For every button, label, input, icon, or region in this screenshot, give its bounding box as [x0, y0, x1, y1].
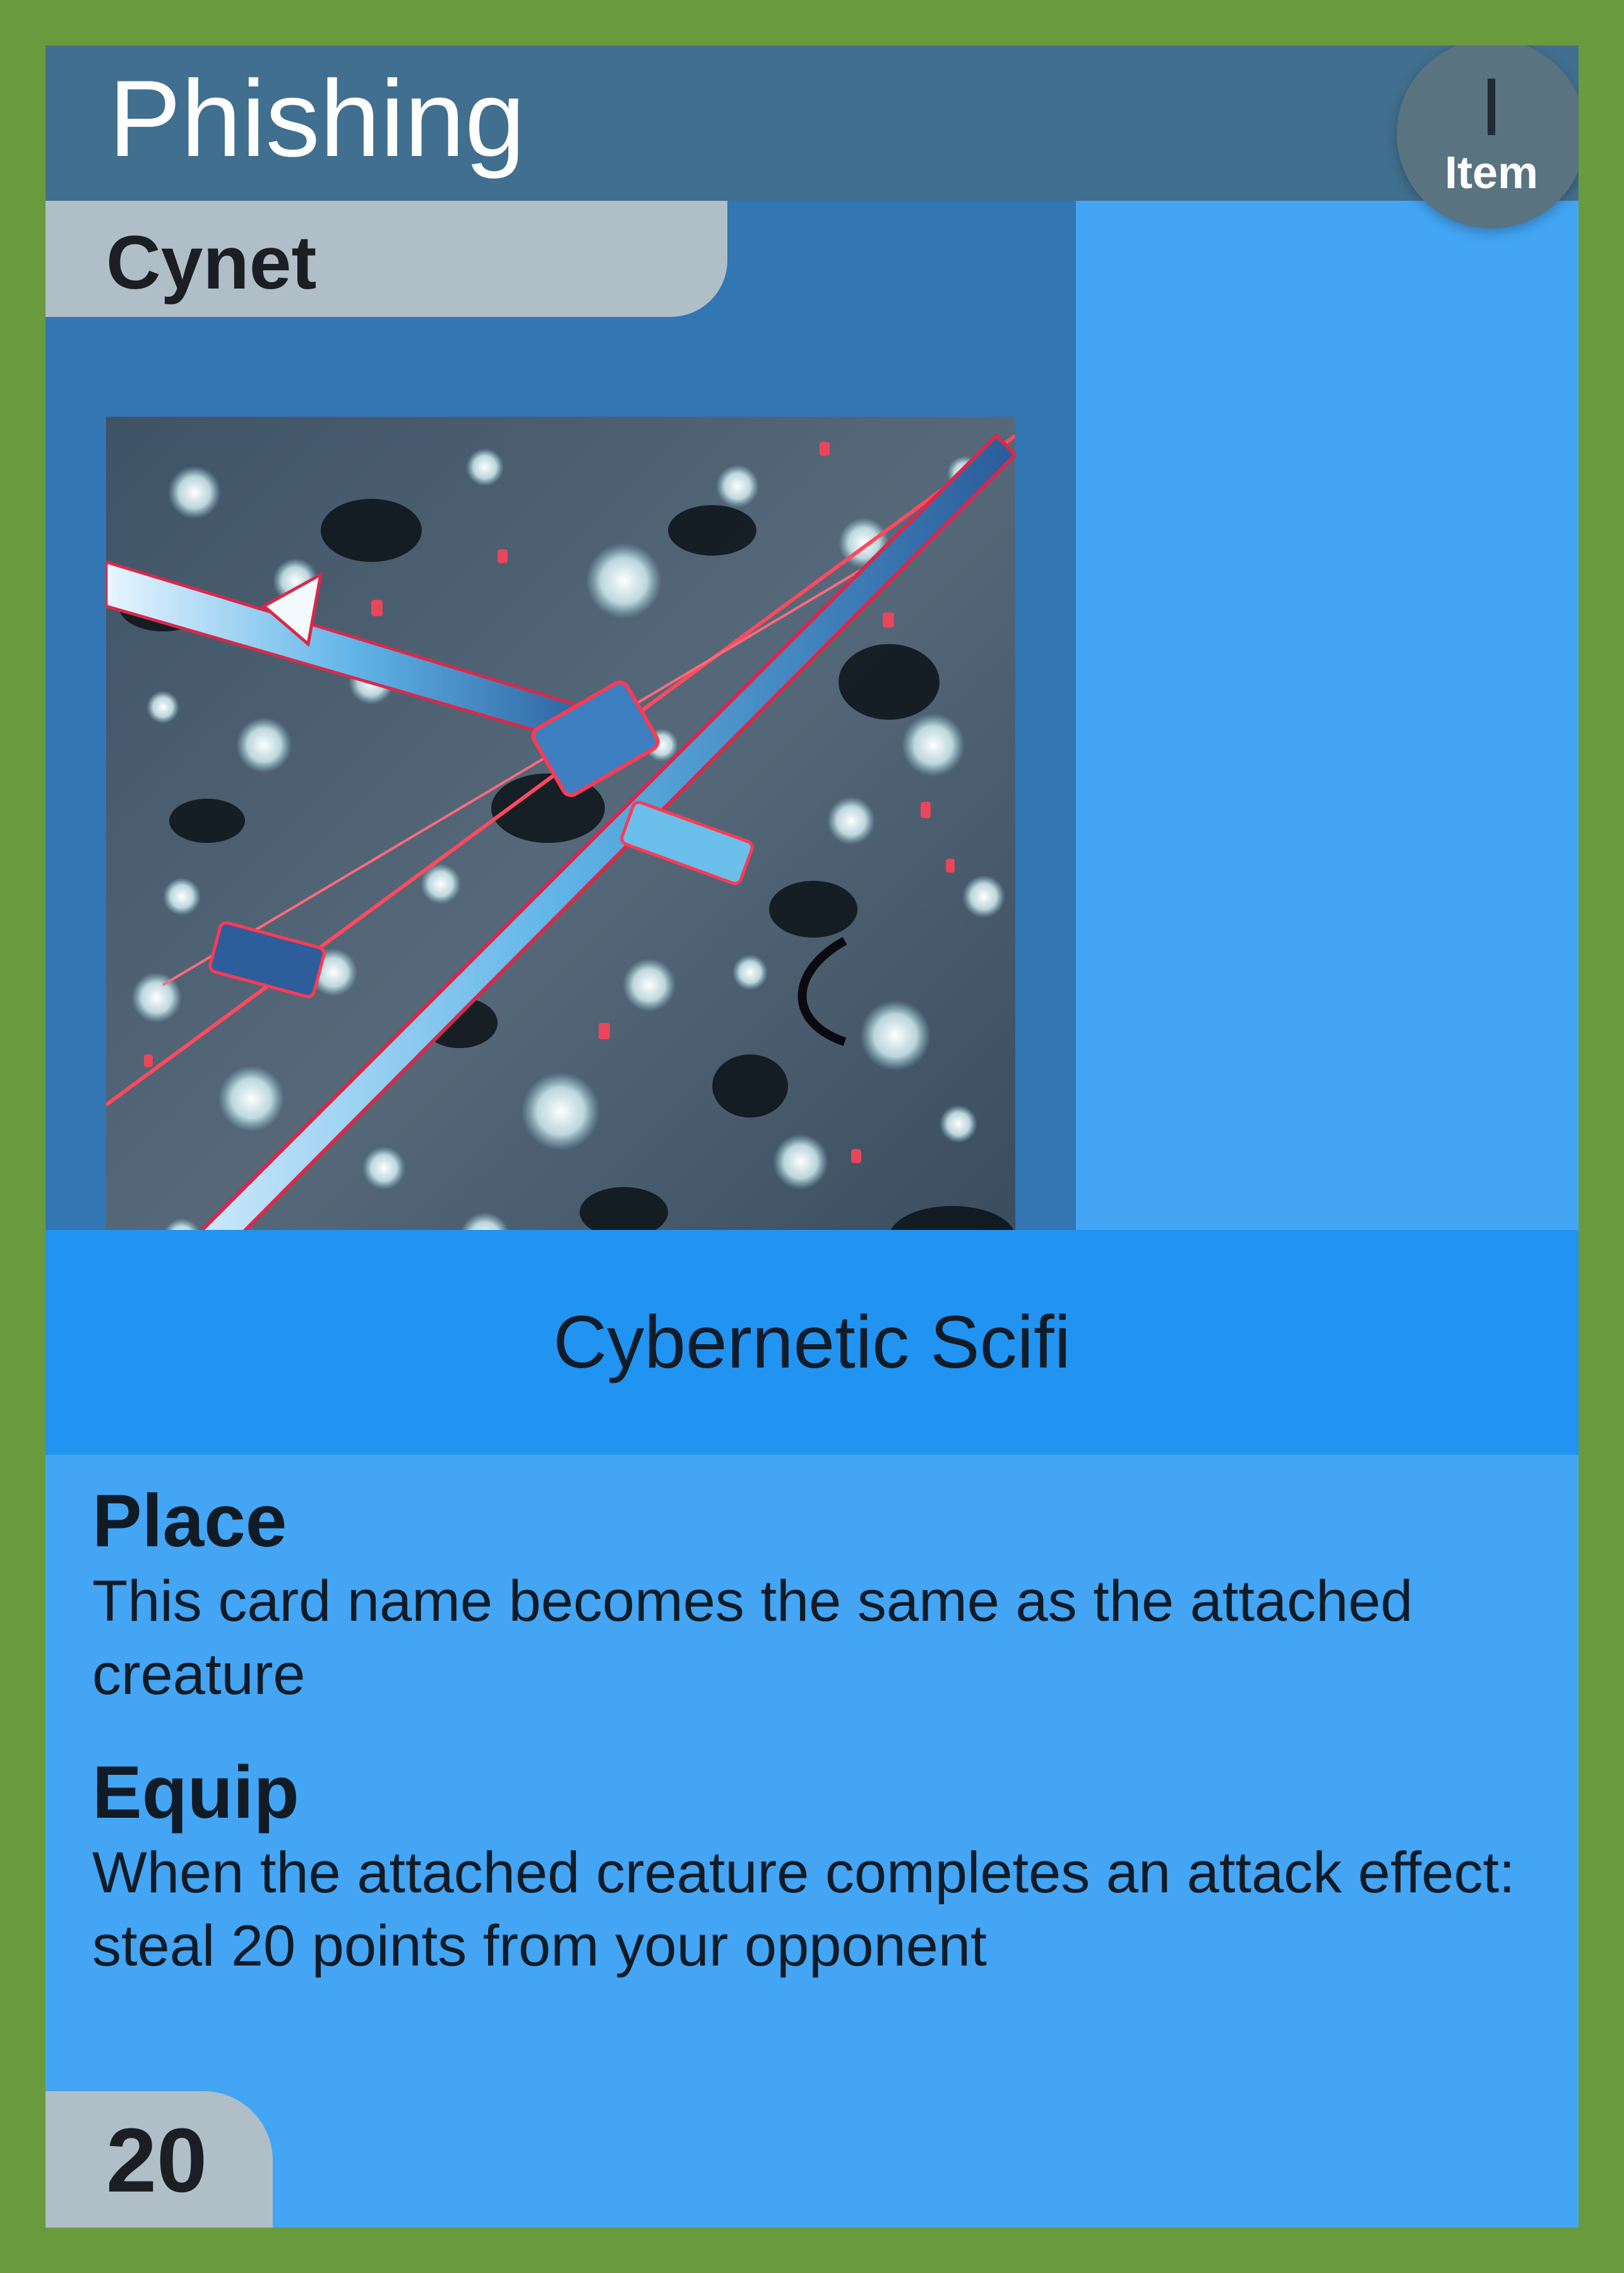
item-type-icon: I [1479, 61, 1503, 153]
game-card[interactable]: Phishing Cynet I Item Cybernetic Scifi P… [45, 45, 1579, 2228]
ability-text: When the attached creature completes an … [92, 1840, 1515, 1978]
card-cost: 20 [106, 2109, 208, 2211]
card-subtitle-tab: Cynet [45, 201, 727, 317]
ability-name: Place [92, 1479, 287, 1563]
card-artwork [106, 417, 1015, 1326]
abilities-list: Place This card name becomes the same as… [92, 1484, 1544, 2027]
cyber-crossbow-artwork [106, 417, 1015, 1326]
card-title: Phishing [109, 58, 525, 179]
card-type-badge: I Item [1397, 45, 1579, 229]
ability-item: Equip When the attached creature complet… [92, 1755, 1544, 1983]
ability-text: This card name becomes the same as the a… [92, 1569, 1413, 1707]
card-category: Cybernetic Scifi [553, 1301, 1071, 1384]
ability-name: Equip [92, 1751, 299, 1834]
card-subtitle: Cynet [106, 220, 317, 305]
ability-item: Place This card name becomes the same as… [92, 1484, 1544, 1711]
category-band: Cybernetic Scifi [45, 1230, 1579, 1455]
card-type-label: Item [1444, 148, 1539, 198]
art-panel [45, 201, 1076, 1326]
card-header: Phishing [45, 45, 1579, 201]
card-cost-tab: 20 [45, 2091, 273, 2228]
